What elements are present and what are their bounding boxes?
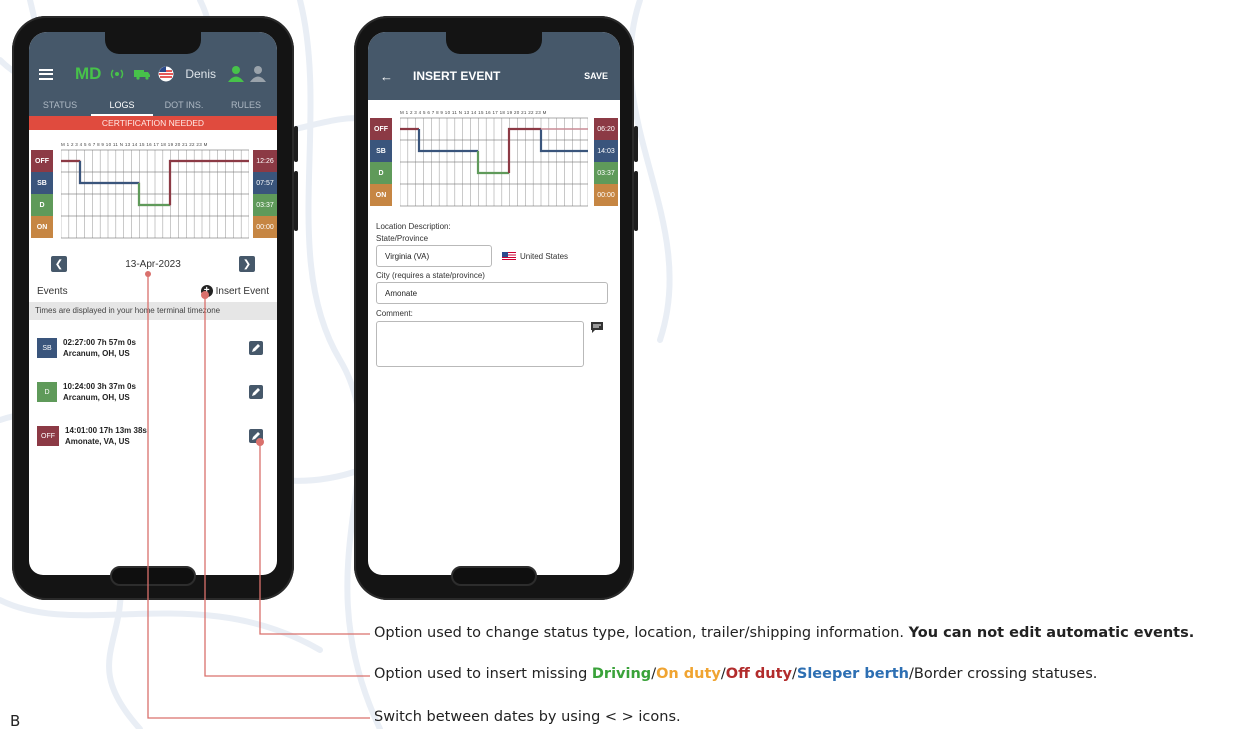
total-off: 06:20 — [594, 118, 618, 140]
insert-event-form: Location Description: State/Province Vir… — [368, 222, 620, 367]
row-label-on: ON — [31, 216, 53, 238]
status-off-duty: Off duty — [725, 666, 792, 682]
save-button[interactable]: SAVE — [584, 71, 608, 81]
edit-pencil-icon[interactable] — [249, 341, 263, 355]
flag-us-icon[interactable] — [158, 66, 174, 82]
log-graph: M 1 2 3 4 5 6 7 8 9 10 11 N 13 14 15 16 … — [368, 110, 620, 210]
event-location: Amonate, VA, US — [65, 437, 130, 446]
row-label-sb: SB — [31, 172, 53, 194]
state-label: State/Province — [376, 234, 429, 243]
row-label-d: D — [31, 194, 53, 216]
row-label-d: D — [370, 162, 392, 184]
tab-rules[interactable]: RULES — [215, 94, 277, 116]
hours-axis: M 1 2 3 4 5 6 7 8 9 10 11 N 13 14 15 16 … — [400, 110, 547, 115]
row-label-off: OFF — [31, 150, 53, 172]
row-label-off: OFF — [370, 118, 392, 140]
plus-circle-icon: + — [200, 285, 213, 297]
log-grid — [400, 117, 588, 207]
callout-edit-bold: You can not edit automatic events. — [908, 625, 1195, 641]
total-sb: 14:03 — [594, 140, 618, 162]
total-d: 03:37 — [253, 194, 277, 216]
event-location: Arcanum, OH, US — [63, 393, 130, 402]
log-grid — [61, 149, 249, 239]
signal-icon — [108, 68, 126, 80]
status-badge: D — [37, 382, 57, 402]
status-driving: Driving — [591, 666, 652, 682]
edit-pencil-icon[interactable] — [249, 429, 263, 443]
current-date: 13-Apr-2023 — [125, 258, 181, 270]
log-graph: M 1 2 3 4 5 6 7 8 9 10 11 N 13 14 15 16 … — [29, 142, 277, 242]
menu-icon[interactable] — [39, 68, 53, 80]
notch — [446, 32, 542, 54]
phone-insert-screen: ← INSERT EVENT SAVE M 1 2 3 4 5 6 7 8 9 … — [368, 32, 620, 575]
user-name: Denis — [185, 67, 216, 81]
row-label-sb: SB — [370, 140, 392, 162]
phone-insert-event: ← INSERT EVENT SAVE M 1 2 3 4 5 6 7 8 9 … — [354, 16, 638, 600]
callout-edit: Option used to change status type, locat… — [374, 625, 1194, 641]
event-time: 10:24:00 3h 37m 0s — [63, 382, 136, 391]
total-on: 00:00 — [594, 184, 618, 206]
status-sleeper-berth: Sleeper berth — [796, 666, 909, 682]
next-date-button[interactable]: ❯ — [239, 256, 255, 272]
home-button — [110, 566, 196, 586]
callout-edit-text: Option used to change status type, locat… — [374, 625, 909, 641]
insert-event-button[interactable]: + Insert Event — [200, 285, 269, 297]
callout-insert-prefix: Option used to insert missing — [374, 666, 592, 682]
event-list: SB 02:27:00 7h 57m 0s Arcanum, OH, US D … — [29, 326, 277, 458]
total-sb: 07:57 — [253, 172, 277, 194]
events-header: Events + Insert Event — [29, 280, 277, 302]
flag-us-icon — [502, 252, 516, 260]
callout-dates: Switch between dates by using < > icons. — [374, 709, 681, 725]
date-navigator: ❮ 13-Apr-2023 ❯ — [29, 252, 277, 276]
city-label: City (requires a state/province) — [376, 271, 485, 280]
status-badge: OFF — [37, 426, 59, 446]
comment-label: Comment: — [376, 309, 413, 318]
callout-insert-suffix: /Border crossing statuses. — [909, 666, 1098, 682]
status-badge: SB — [37, 338, 57, 358]
user-gray-icon[interactable] — [249, 65, 267, 83]
row-label-on: ON — [370, 184, 392, 206]
phone-logs-screen: MD Denis STATUS LOGS DOT INS. RULES CERT… — [29, 32, 277, 575]
page-title: INSERT EVENT — [413, 69, 501, 83]
home-button — [451, 566, 537, 586]
state-select[interactable]: Virginia (VA) — [376, 245, 492, 267]
edit-pencil-icon[interactable] — [249, 385, 263, 399]
user-green-icon[interactable] — [227, 65, 245, 83]
event-row[interactable]: SB 02:27:00 7h 57m 0s Arcanum, OH, US — [29, 326, 277, 370]
brand-label: MD — [75, 64, 102, 83]
hours-axis: M 1 2 3 4 5 6 7 8 9 10 11 N 13 14 15 16 … — [61, 142, 208, 147]
tab-status[interactable]: STATUS — [29, 94, 91, 116]
phone-logs: MD Denis STATUS LOGS DOT INS. RULES CERT… — [12, 16, 298, 600]
city-input[interactable]: Amonate — [376, 282, 608, 304]
total-d: 03:37 — [594, 162, 618, 184]
section-letter: B — [10, 712, 21, 729]
notch — [105, 32, 201, 54]
total-off: 12:26 — [253, 150, 277, 172]
event-row[interactable]: OFF 14:01:00 17h 13m 38s Amonate, VA, US — [29, 414, 277, 458]
insert-event-label: Insert Event — [215, 285, 269, 297]
event-row[interactable]: D 10:24:00 3h 37m 0s Arcanum, OH, US — [29, 370, 277, 414]
truck-icon — [133, 68, 151, 80]
status-on-duty: On duty — [656, 666, 721, 682]
event-time: 14:01:00 17h 13m 38s — [65, 426, 147, 435]
tab-bar: STATUS LOGS DOT INS. RULES — [29, 94, 277, 116]
total-on: 00:00 — [253, 216, 277, 238]
events-label: Events — [37, 285, 68, 297]
certification-banner[interactable]: CERTIFICATION NEEDED — [29, 116, 277, 130]
comment-textarea[interactable] — [376, 321, 584, 367]
comment-icon[interactable] — [590, 321, 604, 336]
event-time: 02:27:00 7h 57m 0s — [63, 338, 136, 347]
tab-dot-ins[interactable]: DOT INS. — [153, 94, 215, 116]
location-description-label: Location Description: — [376, 222, 451, 231]
timezone-note: Times are displayed in your home termina… — [29, 302, 277, 320]
prev-date-button[interactable]: ❮ — [51, 256, 67, 272]
country-label: United States — [520, 251, 569, 261]
event-location: Arcanum, OH, US — [63, 349, 130, 358]
back-arrow-icon[interactable]: ← — [380, 69, 393, 84]
country-indicator: United States — [502, 252, 568, 261]
callout-insert: Option used to insert missing Driving/On… — [374, 666, 1097, 682]
tab-logs[interactable]: LOGS — [91, 94, 153, 116]
